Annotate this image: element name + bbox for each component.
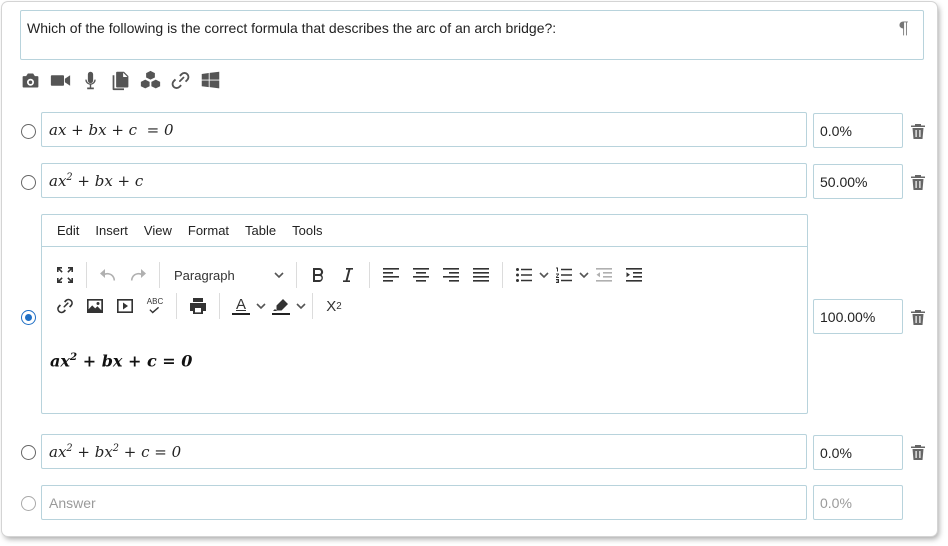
answer-3-radio[interactable] xyxy=(21,310,36,325)
menu-edit[interactable]: Edit xyxy=(57,223,79,238)
toolbar-separator xyxy=(219,293,220,319)
toolbar-separator xyxy=(312,293,313,319)
block-format-value: Paragraph xyxy=(174,267,235,283)
answer-4-formula: ax2 + bx2 + c = 0 xyxy=(49,442,182,461)
copy-icon[interactable] xyxy=(110,70,131,91)
media-toolbar xyxy=(20,68,221,92)
spellcheck-icon[interactable]: ABC xyxy=(140,292,170,320)
answer-3-percent[interactable]: 100.00% xyxy=(813,299,903,334)
highlight-color-control[interactable] xyxy=(266,292,306,320)
answer-1-percent[interactable]: 0.0% xyxy=(813,113,903,148)
italic-icon[interactable] xyxy=(333,261,363,289)
answer-4-field[interactable]: ax2 + bx2 + c = 0 xyxy=(41,434,807,469)
question-text: Which of the following is the correct fo… xyxy=(27,20,557,36)
menu-table[interactable]: Table xyxy=(245,223,276,238)
toolbar-separator xyxy=(502,262,503,288)
chevron-down-icon[interactable] xyxy=(256,301,266,311)
chevron-down-icon[interactable] xyxy=(579,270,589,280)
answer-2-formula: ax2 + bx + c xyxy=(49,171,144,190)
align-right-icon[interactable] xyxy=(436,261,466,289)
redo-icon[interactable] xyxy=(123,261,153,289)
editor-toolbar: Paragraph ABC A X 2 xyxy=(50,260,800,321)
trash-icon[interactable] xyxy=(911,309,925,325)
blocks-icon[interactable] xyxy=(140,70,161,91)
video-icon[interactable] xyxy=(50,70,71,91)
highlighter-icon[interactable] xyxy=(266,292,296,320)
trash-icon[interactable] xyxy=(911,174,925,190)
align-center-icon[interactable] xyxy=(406,261,436,289)
answer-2-radio[interactable] xyxy=(21,175,36,190)
superscript-icon[interactable]: X2 xyxy=(319,292,349,320)
link-icon[interactable] xyxy=(170,70,191,91)
align-left-icon[interactable] xyxy=(376,261,406,289)
media-icon[interactable] xyxy=(110,292,140,320)
indent-icon[interactable] xyxy=(619,261,649,289)
fullscreen-icon[interactable] xyxy=(50,261,80,289)
rich-text-editor[interactable]: Edit Insert View Format Table Tools Para… xyxy=(41,214,808,414)
new-answer-radio[interactable] xyxy=(21,496,36,511)
link-icon[interactable] xyxy=(50,292,80,320)
chevron-down-icon[interactable] xyxy=(296,301,306,311)
menu-tools[interactable]: Tools xyxy=(292,223,322,238)
bold-icon[interactable] xyxy=(303,261,333,289)
text-color-label: A xyxy=(235,296,246,313)
menu-format[interactable]: Format xyxy=(188,223,229,238)
align-justify-icon[interactable] xyxy=(466,261,496,289)
microphone-icon[interactable] xyxy=(80,70,101,91)
answer-1-field[interactable]: ax + bx + c = 0 xyxy=(41,112,807,147)
answer-2-percent[interactable]: 50.00% xyxy=(813,164,903,199)
new-answer-percent[interactable]: 0.0% xyxy=(813,485,903,520)
numbered-list-control[interactable] xyxy=(549,261,589,289)
bullet-list-icon[interactable] xyxy=(509,261,539,289)
trash-icon[interactable] xyxy=(911,444,925,460)
toolbar-separator xyxy=(159,262,160,288)
toolbar-separator xyxy=(369,262,370,288)
paragraph-mark-icon[interactable]: ¶ xyxy=(898,19,909,39)
undo-icon[interactable] xyxy=(93,261,123,289)
text-color-icon[interactable]: A xyxy=(226,292,256,320)
editor-menubar: Edit Insert View Format Table Tools xyxy=(42,215,807,247)
menu-view[interactable]: View xyxy=(144,223,172,238)
new-answer-field[interactable]: Answer xyxy=(41,485,807,520)
toolbar-separator xyxy=(296,262,297,288)
text-color-control[interactable]: A xyxy=(226,292,266,320)
spellcheck-label: ABC xyxy=(146,297,164,306)
chevron-down-icon xyxy=(274,270,284,280)
camera-icon[interactable] xyxy=(20,70,41,91)
windows-icon[interactable] xyxy=(200,70,221,91)
question-text-field[interactable]: Which of the following is the correct fo… xyxy=(20,10,924,60)
editor-content[interactable]: ax2 + bx + c = 0 xyxy=(50,351,192,370)
answer-4-percent[interactable]: 0.0% xyxy=(813,435,903,470)
toolbar-separator xyxy=(176,293,177,319)
answer-1-radio[interactable] xyxy=(21,124,36,139)
block-format-select[interactable]: Paragraph xyxy=(166,261,290,289)
bullet-list-control[interactable] xyxy=(509,261,549,289)
toolbar-separator xyxy=(86,262,87,288)
answer-2-field[interactable]: ax2 + bx + c xyxy=(41,163,807,198)
trash-icon[interactable] xyxy=(911,123,925,139)
outdent-icon[interactable] xyxy=(589,261,619,289)
answer-4-radio[interactable] xyxy=(21,445,36,460)
chevron-down-icon[interactable] xyxy=(539,270,549,280)
numbered-list-icon[interactable] xyxy=(549,261,579,289)
question-editor-panel: Which of the following is the correct fo… xyxy=(2,2,937,536)
menu-insert[interactable]: Insert xyxy=(95,223,128,238)
answer-1-formula: ax + bx + c = 0 xyxy=(49,120,174,139)
image-icon[interactable] xyxy=(80,292,110,320)
print-icon[interactable] xyxy=(183,292,213,320)
